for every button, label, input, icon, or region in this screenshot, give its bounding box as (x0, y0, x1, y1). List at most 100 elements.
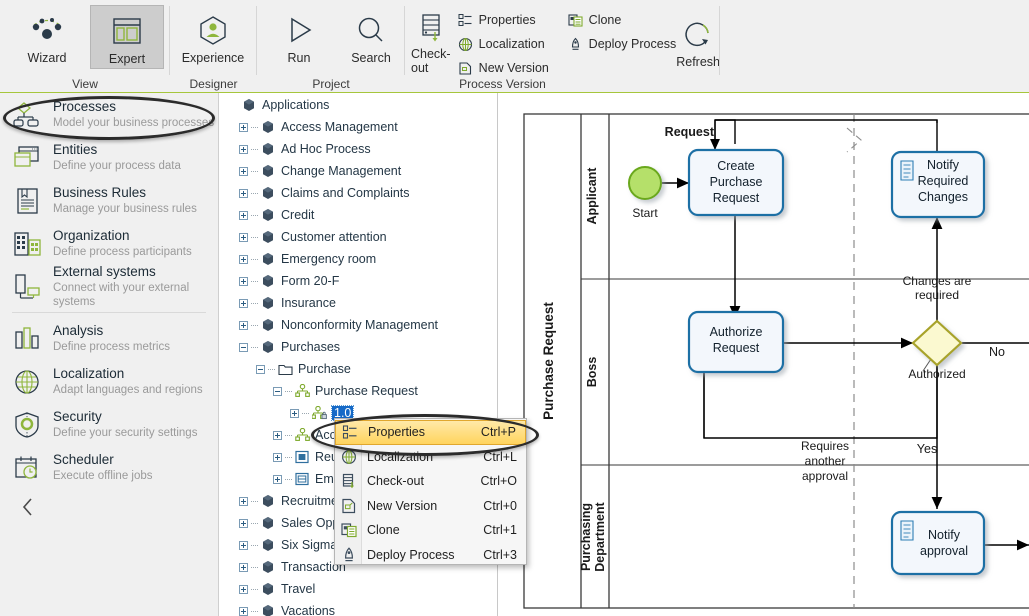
expand-icon[interactable] (239, 276, 248, 286)
sidebar-item-processes[interactable]: Processes Model your business processes (0, 93, 218, 136)
process-lock-icon (311, 405, 327, 421)
ribbon-group-view-label: View (72, 77, 98, 91)
context-menu-item-clone[interactable]: Clone Ctrl+1 (335, 518, 526, 543)
tree-node[interactable]: Credit (220, 204, 497, 226)
new-version-icon (335, 498, 362, 514)
expert-button[interactable]: Expert (90, 5, 164, 69)
context-menu-item-properties[interactable]: Properties Ctrl+P (335, 420, 526, 445)
search-button[interactable]: Search (337, 5, 405, 69)
collapse-icon[interactable] (239, 342, 248, 352)
tree-node[interactable]: Vacations (220, 600, 497, 616)
sidebar-item-external-systems[interactable]: External systems Connect with your exter… (0, 264, 218, 308)
expand-icon[interactable] (273, 474, 282, 484)
properties-ribbon-button[interactable]: Properties (457, 9, 557, 31)
deploy-process-ribbon-button[interactable]: Deploy Process (567, 33, 676, 55)
collapse-icon[interactable] (256, 364, 265, 374)
deploy-process-icon (335, 547, 362, 563)
sidebar-item-scheduler[interactable]: Scheduler Execute offline jobs (0, 446, 218, 489)
expand-icon[interactable] (239, 188, 248, 198)
context-menu-item-shortcut: Ctrl+O (480, 474, 517, 489)
tree-node[interactable]: Ad Hoc Process (220, 138, 497, 160)
expand-icon[interactable] (239, 210, 248, 220)
tree-node[interactable]: Access Management (220, 116, 497, 138)
check-out-button[interactable]: Check-out (411, 5, 451, 75)
tree-node-label: Ad Hoc Process (281, 142, 371, 156)
tree-node[interactable]: Purchase Request (220, 380, 497, 402)
ribbon-group-view: Wizard Expert View (0, 0, 170, 93)
process-icon (294, 427, 310, 443)
start-event[interactable] (628, 166, 662, 200)
application-icon (260, 273, 276, 289)
expand-icon[interactable] (239, 320, 248, 330)
experience-button[interactable]: Experience (176, 5, 250, 69)
svg-text:approval: approval (920, 544, 968, 558)
context-menu-item-localization[interactable]: Localization Ctrl+L (335, 445, 526, 470)
expand-icon[interactable] (239, 166, 248, 176)
task-authorize-request[interactable]: Authorize Request (687, 310, 785, 374)
expand-icon[interactable] (239, 606, 248, 616)
tree-connector (251, 192, 258, 194)
context-menu-item-deploy-process[interactable]: Deploy Process Ctrl+3 (335, 543, 526, 568)
sidebar-collapse-button[interactable] (0, 489, 218, 529)
sidebar-item-organization[interactable]: Organization Define process participants (0, 222, 218, 265)
task-notify-required-changes[interactable]: Notify Required Changes (890, 150, 986, 219)
sidebar-item-analysis[interactable]: Analysis Define process metrics (0, 317, 218, 360)
expand-icon[interactable] (239, 584, 248, 594)
sidebar-item-entities[interactable]: Entities Define your process data (0, 136, 218, 179)
context-menu-item-shortcut: Ctrl+1 (483, 523, 517, 538)
tree-node[interactable]: Insurance (220, 292, 497, 314)
expand-icon[interactable] (239, 232, 248, 242)
sidebar-item-security[interactable]: Security Define your security settings (0, 403, 218, 446)
gateway-authorized[interactable] (911, 319, 963, 367)
tree-connector (251, 500, 258, 502)
sidebar-item-localization[interactable]: Localization Adapt languages and regions (0, 360, 218, 403)
tree-node[interactable]: Customer attention (220, 226, 497, 248)
process-diagram-canvas[interactable]: Purchase Request Applicant Boss Purchasi… (499, 93, 1029, 616)
edge-label-yes: Yes (917, 442, 937, 456)
sidebar-item-localization-title: Localization (53, 366, 125, 382)
clone-ribbon-label: Clone (588, 13, 622, 27)
application-icon (260, 559, 276, 575)
collapse-icon[interactable] (273, 386, 282, 396)
tree-node[interactable]: Nonconformity Management (220, 314, 497, 336)
context-menu-item-check-out[interactable]: Check-out Ctrl+O (335, 469, 526, 494)
refresh-button-label: Refresh (676, 55, 720, 69)
expand-icon[interactable] (239, 496, 248, 506)
application-icon (260, 339, 276, 355)
sidebar-item-business-rules[interactable]: Business Rules Manage your business rule… (0, 179, 218, 222)
context-menu-item-label: Deploy Process (367, 547, 455, 562)
svg-text:Department: Department (593, 501, 607, 571)
expand-icon[interactable] (239, 122, 248, 132)
expand-icon[interactable] (239, 540, 248, 550)
tree-node[interactable]: Form 20-F (220, 270, 497, 292)
tree-node[interactable]: Travel (220, 578, 497, 600)
localization-ribbon-button[interactable]: Localization (457, 33, 557, 55)
expand-icon[interactable] (239, 562, 248, 572)
tree-node[interactable]: Claims and Complaints (220, 182, 497, 204)
expand-icon[interactable] (239, 144, 248, 154)
expand-icon[interactable] (239, 518, 248, 528)
expand-icon[interactable] (290, 408, 299, 418)
context-menu-items: Properties Ctrl+P Localization Ctrl+L Check-… (335, 419, 526, 567)
tree-node[interactable]: Purchases (220, 336, 497, 358)
expand-icon[interactable] (273, 452, 282, 462)
tree-node[interactable]: Purchase (220, 358, 497, 380)
expand-icon[interactable] (239, 254, 248, 264)
tree-node[interactable]: Emergency room (220, 248, 497, 270)
expand-icon[interactable] (273, 430, 282, 440)
tree-node-label: Travel (281, 582, 316, 596)
task-create-purchase-request[interactable]: Create Purchase Request (687, 148, 785, 217)
context-menu-item-new-version[interactable]: New Version Ctrl+0 (335, 494, 526, 519)
task-notify-approval[interactable]: Notify approval (890, 510, 986, 576)
expand-icon[interactable] (239, 298, 248, 308)
run-button[interactable]: Run (265, 5, 333, 69)
tree-node[interactable]: Applications (220, 94, 497, 116)
wizard-button[interactable]: Wizard (10, 5, 84, 69)
refresh-button[interactable]: Refresh (676, 5, 720, 69)
sidebar-item-external-systems-title: External systems (53, 264, 156, 280)
context-menu-item-shortcut: Ctrl+3 (483, 547, 517, 562)
sidebar-divider (12, 312, 206, 313)
new-version-ribbon-button[interactable]: New Version (457, 57, 557, 79)
tree-node[interactable]: Change Management (220, 160, 497, 182)
clone-ribbon-button[interactable]: Clone (567, 9, 622, 31)
